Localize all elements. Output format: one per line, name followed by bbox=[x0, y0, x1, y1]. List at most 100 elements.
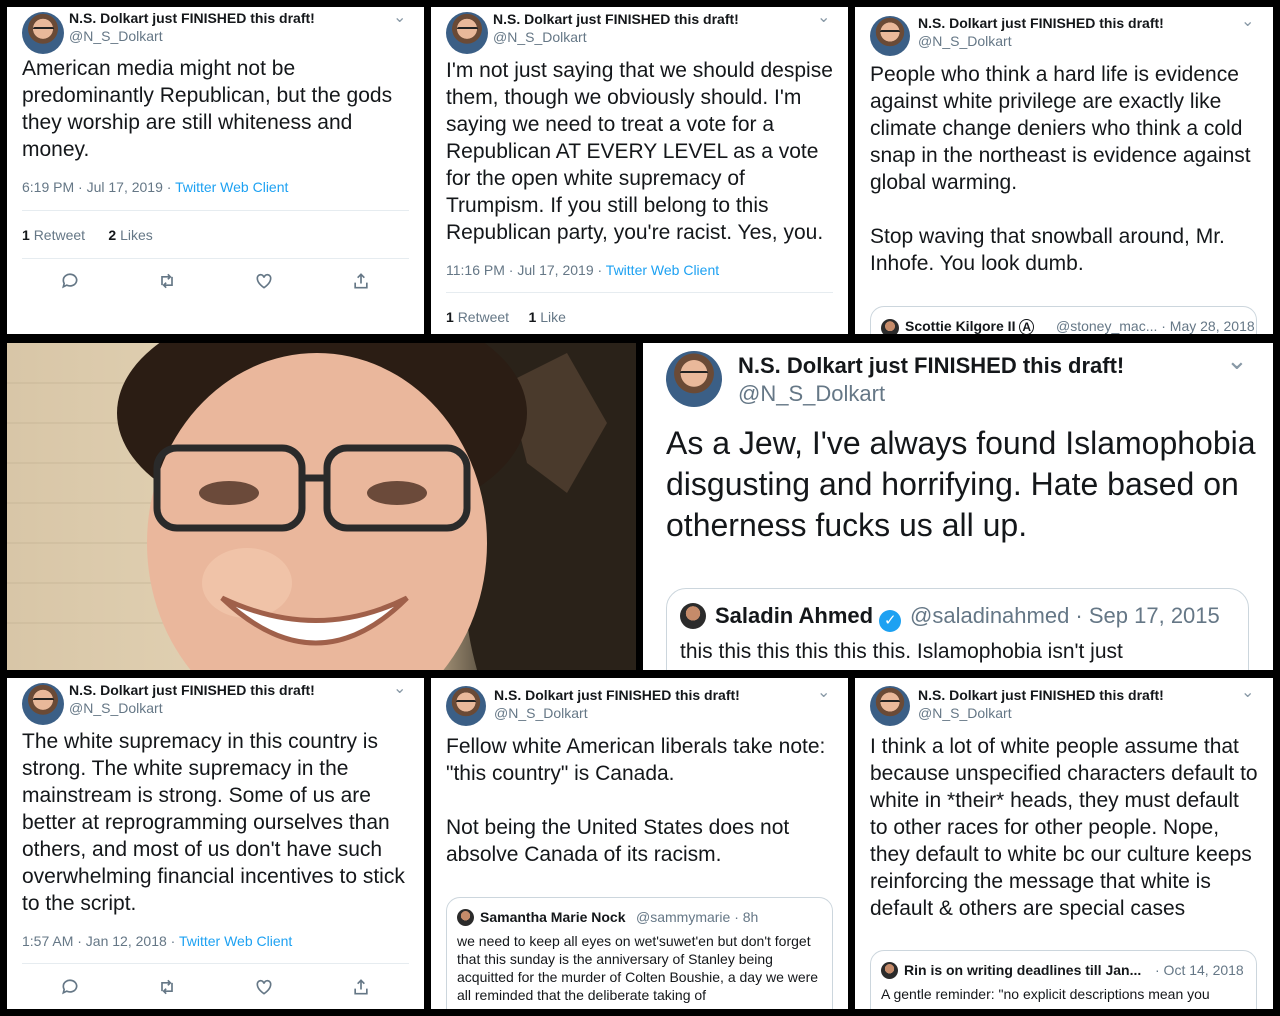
tweet-card-3: N.S. Dolkart just FINISHED this draft! @… bbox=[855, 7, 1273, 334]
quoted-text: we need to keep all eyes on wet'suwet'en… bbox=[457, 933, 819, 1003]
tweet-card-7: N.S. Dolkart just FINISHED this draft! @… bbox=[855, 678, 1273, 1009]
tweet-actions bbox=[22, 269, 409, 293]
tweet-paragraph: Fellow white American liberals take note… bbox=[446, 735, 826, 785]
tweet-card-5: N.S. Dolkart just FINISHED this draft! @… bbox=[7, 678, 424, 1009]
author-name[interactable]: N.S. Dolkart just FINISHED this draft! bbox=[69, 10, 315, 26]
retweet-icon[interactable] bbox=[155, 975, 179, 999]
author-avatar[interactable] bbox=[870, 686, 910, 726]
tweet-stats: 1 Retweet 2 Likes bbox=[22, 227, 153, 243]
profile-photo bbox=[7, 343, 636, 670]
chevron-down-icon[interactable]: ⌄ bbox=[1241, 11, 1254, 31]
quoted-name-text: Scottie Kilgore II bbox=[905, 318, 1020, 334]
tweet-stats: 1 Retweet 1 Like bbox=[446, 309, 566, 325]
tweet-timestamp: 11:16 PM · Jul 17, 2019 · Twitter Web Cl… bbox=[446, 262, 719, 278]
author-name[interactable]: N.S. Dolkart just FINISHED this draft! bbox=[69, 682, 315, 698]
profile-photo-graphic bbox=[7, 343, 636, 670]
client-link[interactable]: Twitter Web Client bbox=[175, 179, 288, 195]
retweet-count[interactable]: 1 Retweet bbox=[446, 309, 509, 325]
chevron-down-icon[interactable]: ⌄ bbox=[1226, 345, 1248, 376]
share-icon[interactable] bbox=[349, 975, 373, 999]
author-handle[interactable]: @N_S_Dolkart bbox=[69, 28, 163, 44]
reply-icon[interactable] bbox=[58, 975, 82, 999]
author-handle[interactable]: @N_S_Dolkart bbox=[918, 33, 1012, 49]
divider bbox=[446, 292, 833, 293]
timestamp-text[interactable]: 6:19 PM · Jul 17, 2019 · bbox=[22, 179, 175, 195]
author-avatar[interactable] bbox=[446, 686, 486, 726]
tweet-timestamp: 6:19 PM · Jul 17, 2019 · Twitter Web Cli… bbox=[22, 179, 288, 195]
tweet-card-2: N.S. Dolkart just FINISHED this draft! @… bbox=[431, 7, 848, 334]
author-handle[interactable]: @N_S_Dolkart bbox=[493, 29, 587, 45]
chevron-down-icon[interactable]: ⌄ bbox=[393, 7, 406, 27]
retweet-icon[interactable] bbox=[155, 269, 179, 293]
tweet-text: As a Jew, I've always found Islamophobia… bbox=[666, 425, 1256, 543]
quoted-author-handle: · Oct 14, 2018 bbox=[1155, 962, 1244, 978]
quoted-avatar bbox=[881, 319, 899, 334]
tweet-text: People who think a hard life is evidence… bbox=[870, 61, 1260, 277]
author-handle[interactable]: @N_S_Dolkart bbox=[494, 705, 588, 721]
quoted-author-name: Samantha Marie Nock bbox=[480, 909, 626, 925]
like-count[interactable]: 1 Like bbox=[529, 309, 566, 325]
tweet-text: I think a lot of white people assume tha… bbox=[870, 735, 1258, 920]
chevron-down-icon[interactable]: ⌄ bbox=[1241, 682, 1254, 702]
author-avatar[interactable] bbox=[22, 12, 64, 54]
quoted-tweet[interactable]: Saladin Ahmed ✓ @saladinahmed · Sep 17, … bbox=[666, 588, 1249, 670]
quoted-author-name: Saladin Ahmed ✓ bbox=[715, 603, 902, 632]
author-name[interactable]: N.S. Dolkart just FINISHED this draft! bbox=[493, 11, 739, 27]
tweet-text: American media might not be predominantl… bbox=[22, 57, 393, 161]
quoted-text: A gentle reminder: "no explicit descript… bbox=[881, 986, 1210, 1002]
tweet-text: Fellow white American liberals take note… bbox=[446, 733, 836, 868]
client-link[interactable]: Twitter Web Client bbox=[606, 262, 719, 278]
chevron-down-icon[interactable]: ⌄ bbox=[393, 678, 406, 698]
chevron-down-icon[interactable]: ⌄ bbox=[817, 7, 830, 27]
timestamp-text[interactable]: 11:16 PM · Jul 17, 2019 · bbox=[446, 262, 606, 278]
tweet-timestamp: 1:57 AM · Jan 12, 2018 · Twitter Web Cli… bbox=[22, 933, 292, 949]
share-icon[interactable] bbox=[349, 269, 373, 293]
quoted-author-handle: @sammymarie · 8h bbox=[636, 909, 759, 925]
tweet-card-4: N.S. Dolkart just FINISHED this draft! @… bbox=[643, 343, 1273, 670]
quoted-tweet[interactable]: Samantha Marie Nock @sammymarie · 8h we … bbox=[446, 897, 833, 1009]
quoted-author-name: Scottie Kilgore II A bbox=[905, 318, 1035, 334]
protected-icon: A bbox=[1019, 319, 1035, 334]
author-handle[interactable]: @N_S_Dolkart bbox=[69, 700, 163, 716]
quoted-tweet[interactable]: Rin is on writing deadlines till Jan... … bbox=[870, 950, 1257, 1009]
divider bbox=[22, 258, 409, 259]
quoted-name-text: Saladin Ahmed bbox=[715, 603, 874, 628]
author-handle[interactable]: @N_S_Dolkart bbox=[738, 381, 885, 407]
quoted-author-handle: @saladinahmed · Sep 17, 2015 bbox=[910, 603, 1220, 628]
tweet-text: I'm not just saying that we should despi… bbox=[446, 59, 833, 244]
author-name[interactable]: N.S. Dolkart just FINISHED this draft! bbox=[494, 687, 740, 703]
quoted-avatar bbox=[457, 909, 474, 926]
author-avatar[interactable] bbox=[666, 351, 722, 407]
timestamp-text[interactable]: 1:57 AM · Jan 12, 2018 · bbox=[22, 933, 179, 949]
author-name[interactable]: N.S. Dolkart just FINISHED this draft! bbox=[738, 353, 1124, 379]
author-avatar[interactable] bbox=[22, 683, 64, 725]
tweet-paragraph: Stop waving that snowball around, Mr. In… bbox=[870, 225, 1225, 275]
reply-icon[interactable] bbox=[58, 269, 82, 293]
tweet-text: The white supremacy in this country is s… bbox=[22, 730, 405, 915]
client-link[interactable]: Twitter Web Client bbox=[179, 933, 292, 949]
tweet-actions bbox=[22, 975, 409, 999]
author-avatar[interactable] bbox=[446, 12, 488, 54]
quoted-author-name: Rin is on writing deadlines till Jan... bbox=[904, 962, 1142, 978]
author-name[interactable]: N.S. Dolkart just FINISHED this draft! bbox=[918, 687, 1164, 703]
chevron-down-icon[interactable]: ⌄ bbox=[817, 682, 830, 702]
like-icon[interactable] bbox=[252, 975, 276, 999]
author-avatar[interactable] bbox=[870, 16, 910, 56]
tweet-card-6: N.S. Dolkart just FINISHED this draft! @… bbox=[431, 678, 848, 1009]
quoted-avatar bbox=[680, 603, 706, 629]
like-count[interactable]: 2 Likes bbox=[108, 227, 152, 243]
retweet-count[interactable]: 1 Retweet bbox=[22, 227, 85, 243]
verified-icon: ✓ bbox=[879, 610, 902, 632]
quoted-tweet[interactable]: Scottie Kilgore II A @stoney_mac... · Ma… bbox=[870, 306, 1257, 334]
author-handle[interactable]: @N_S_Dolkart bbox=[918, 705, 1012, 721]
tweet-paragraph: Not being the United States does not abs… bbox=[446, 816, 790, 866]
divider bbox=[22, 963, 409, 964]
tweet-card-1: N.S. Dolkart just FINISHED this draft! @… bbox=[7, 7, 424, 334]
tweet-paragraph: People who think a hard life is evidence… bbox=[870, 63, 1251, 194]
like-icon[interactable] bbox=[252, 269, 276, 293]
author-name[interactable]: N.S. Dolkart just FINISHED this draft! bbox=[918, 15, 1164, 31]
divider bbox=[22, 210, 409, 211]
quoted-author-handle: @stoney_mac... · May 28, 2018 bbox=[1056, 318, 1255, 334]
quoted-avatar bbox=[881, 962, 898, 979]
quoted-text: this this this this this this. Islamopho… bbox=[680, 640, 1123, 663]
